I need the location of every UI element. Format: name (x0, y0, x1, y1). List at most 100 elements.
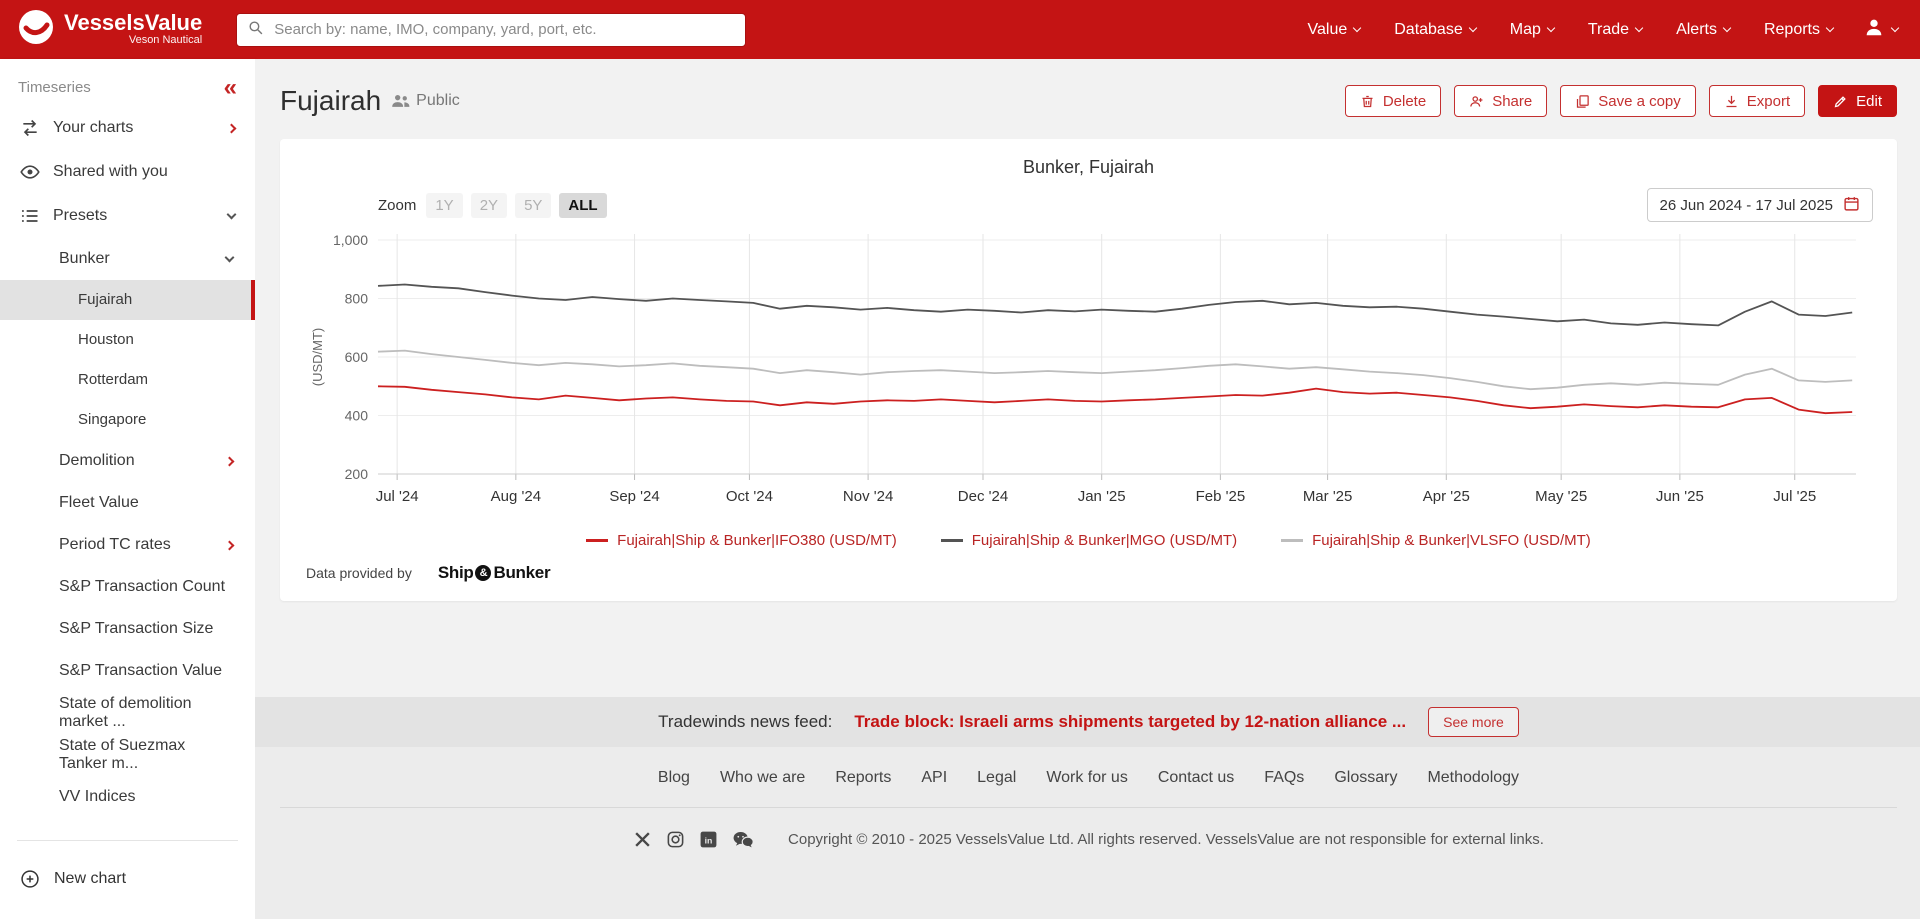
x-tick-label: Mar '25 (1303, 488, 1353, 505)
sidebar-item-label: Shared with you (53, 163, 235, 181)
see-more-button[interactable]: See more (1428, 707, 1519, 737)
chevron-right-icon (225, 456, 235, 466)
footer-link-methodology[interactable]: Methodology (1427, 769, 1519, 787)
sidebar-item-demolition[interactable]: Demolition (0, 440, 255, 482)
nav-reports[interactable]: Reports (1764, 21, 1833, 39)
sidebar-group-bunker[interactable]: Bunker (0, 238, 255, 280)
eye-icon (20, 162, 40, 182)
sidebar-item-period-tc-rates[interactable]: Period TC rates (0, 524, 255, 566)
chevron-down-icon (1723, 24, 1731, 32)
footer-link-legal[interactable]: Legal (977, 769, 1016, 787)
edit-button[interactable]: Edit (1818, 85, 1897, 117)
legend-item[interactable]: Fujairah|Ship & Bunker|VLSFO (USD/MT) (1281, 532, 1591, 549)
x-tick-label: Apr '25 (1423, 488, 1470, 505)
footer-link-who-we-are[interactable]: Who we are (720, 769, 805, 787)
footer-link-blog[interactable]: Blog (658, 769, 690, 787)
legend-swatch (941, 539, 963, 542)
edit-label: Edit (1856, 93, 1882, 110)
chart-title: Bunker, Fujairah (304, 157, 1873, 178)
brand-name: VesselsValue (64, 12, 202, 34)
x-icon[interactable] (633, 830, 652, 849)
nav-trade[interactable]: Trade (1588, 21, 1642, 39)
sidebar-item-rotterdam[interactable]: Rotterdam (0, 360, 255, 400)
zoom-2y-button[interactable]: 2Y (471, 193, 507, 218)
legend-item[interactable]: Fujairah|Ship & Bunker|IFO380 (USD/MT) (586, 532, 897, 549)
user-menu[interactable] (1863, 16, 1898, 43)
footer-link-work-for-us[interactable]: Work for us (1046, 769, 1128, 787)
sidebar-item-label: Presets (53, 207, 215, 225)
search-icon (247, 19, 264, 41)
zoom-all-button[interactable]: ALL (559, 193, 606, 218)
instagram-icon[interactable] (666, 830, 685, 849)
brand-logo[interactable]: VesselsValue Veson Nautical (18, 9, 202, 50)
new-chart-button[interactable]: New chart (0, 841, 255, 919)
save-a-copy-label: Save a copy (1598, 93, 1681, 110)
sidebar-collapse-button[interactable]: « (224, 80, 237, 96)
legend-label: Fujairah|Ship & Bunker|IFO380 (USD/MT) (617, 532, 897, 549)
zoom-label: Zoom (378, 197, 416, 214)
legend-swatch (586, 539, 608, 542)
pencil-icon (1833, 94, 1848, 109)
footer-link-faqs[interactable]: FAQs (1264, 769, 1304, 787)
series-line (378, 351, 1852, 390)
y-tick-label: 600 (345, 349, 369, 365)
sidebar-item-sp-transaction-count[interactable]: S&P Transaction Count (0, 566, 255, 608)
price-chart[interactable]: 2004006008001,000Jul '24Aug '24Sep '24Oc… (304, 228, 1864, 528)
zoom-1y-button[interactable]: 1Y (426, 193, 462, 218)
search-input[interactable] (272, 20, 735, 39)
nav-database[interactable]: Database (1394, 21, 1476, 39)
chevron-down-icon (1468, 24, 1476, 32)
delete-button[interactable]: Delete (1345, 85, 1441, 117)
main-content: Fujairah Public Delete Share (255, 59, 1920, 919)
sidebar-item-sp-transaction-size[interactable]: S&P Transaction Size (0, 608, 255, 650)
footer-link-api[interactable]: API (921, 769, 947, 787)
sidebar-item-presets[interactable]: Presets (0, 194, 255, 238)
sidebar-item-vv-indices[interactable]: VV Indices (0, 776, 255, 818)
legend-item[interactable]: Fujairah|Ship & Bunker|MGO (USD/MT) (941, 532, 1237, 549)
footer-link-reports[interactable]: Reports (835, 769, 891, 787)
sidebar-item-singapore[interactable]: Singapore (0, 400, 255, 440)
page-title: Fujairah (280, 85, 381, 117)
copy-icon (1575, 94, 1590, 109)
sidebar-item-houston[interactable]: Houston (0, 320, 255, 360)
footer-link-contact-us[interactable]: Contact us (1158, 769, 1234, 787)
chart-toolbar: Zoom 1Y 2Y 5Y ALL 26 Jun 2024 - 17 Jul 2… (304, 188, 1873, 222)
sidebar-item-state-of-suezmax-tanker[interactable]: State of Suezmax Tanker m... (0, 734, 255, 776)
swap-icon (20, 118, 40, 138)
sidebar-item-fleet-value[interactable]: Fleet Value (0, 482, 255, 524)
sidebar-item-label: S&P Transaction Count (59, 578, 233, 596)
x-tick-label: Oct '24 (726, 488, 773, 505)
news-headline-link[interactable]: Trade block: Israeli arms shipments targ… (854, 712, 1406, 732)
sidebar-item-fujairah[interactable]: Fujairah (0, 280, 255, 320)
chevron-down-icon (1826, 24, 1834, 32)
y-tick-label: 1,000 (333, 232, 368, 248)
nav-value[interactable]: Value (1308, 21, 1361, 39)
person-plus-icon (1469, 94, 1484, 109)
sidebar-item-sp-transaction-value[interactable]: S&P Transaction Value (0, 650, 255, 692)
sidebar-item-shared-with-you[interactable]: Shared with you (0, 150, 255, 194)
date-range-picker[interactable]: 26 Jun 2024 - 17 Jul 2025 (1647, 188, 1873, 222)
nav-alerts[interactable]: Alerts (1676, 21, 1730, 39)
footer-link-glossary[interactable]: Glossary (1334, 769, 1397, 787)
copyright-text: Copyright © 2010 - 2025 VesselsValue Ltd… (788, 831, 1544, 848)
nav-map[interactable]: Map (1510, 21, 1554, 39)
chevron-down-icon (1353, 24, 1361, 32)
new-chart-label: New chart (54, 870, 126, 888)
sidebar-item-your-charts[interactable]: Your charts (0, 106, 255, 150)
brand-tagline: Veson Nautical (64, 34, 202, 47)
zoom-5y-button[interactable]: 5Y (515, 193, 551, 218)
global-search (236, 13, 746, 47)
data-provided-label: Data provided by (306, 565, 412, 581)
wechat-icon[interactable] (732, 830, 754, 849)
share-button[interactable]: Share (1454, 85, 1547, 117)
export-button[interactable]: Export (1709, 85, 1805, 117)
legend-label: Fujairah|Ship & Bunker|VLSFO (USD/MT) (1312, 532, 1591, 549)
save-a-copy-button[interactable]: Save a copy (1560, 85, 1696, 117)
linkedin-icon[interactable]: in (699, 830, 718, 849)
y-axis-title: (USD/MT) (310, 328, 325, 387)
sidebar: Timeseries « Your charts Shared with you… (0, 59, 255, 919)
sidebar-item-state-of-demolition-market[interactable]: State of demolition market ... (0, 692, 255, 734)
date-range-value: 26 Jun 2024 - 17 Jul 2025 (1660, 197, 1833, 214)
x-tick-label: Aug '24 (491, 488, 541, 505)
sidebar-item-label: Period TC rates (59, 536, 226, 554)
